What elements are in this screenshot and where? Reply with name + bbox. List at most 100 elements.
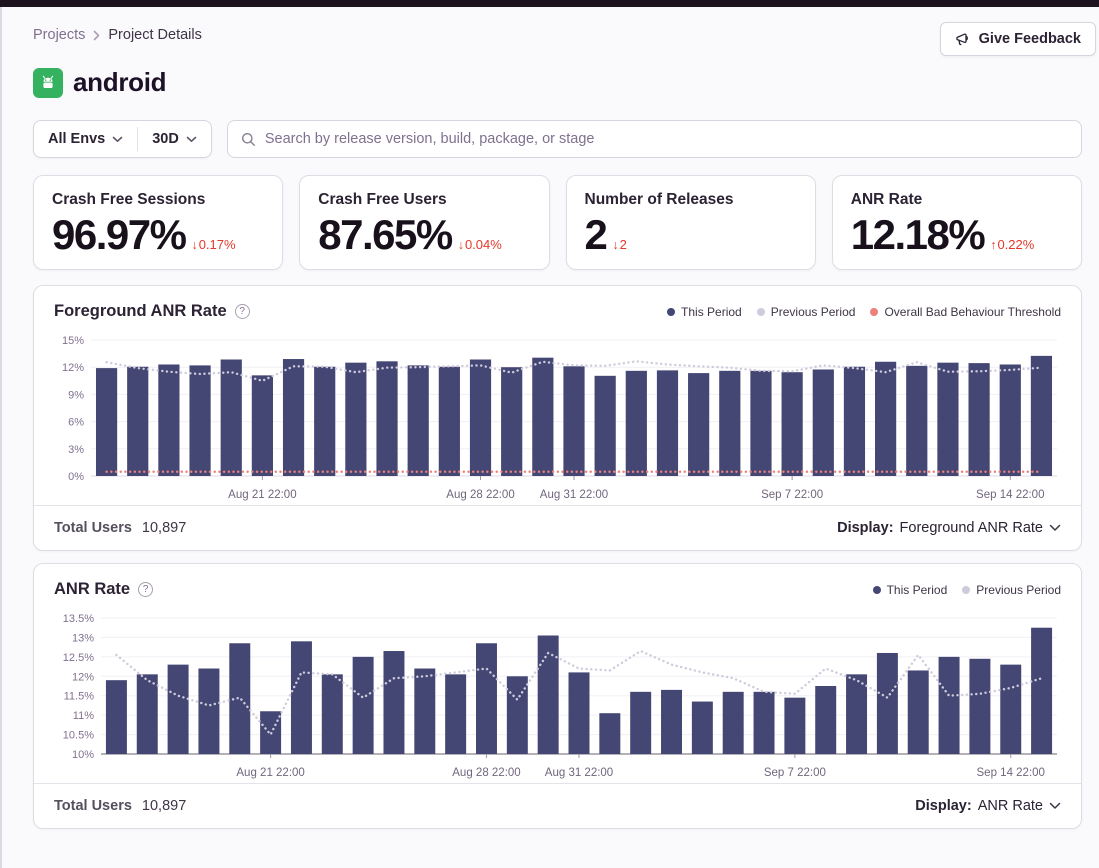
chart-title: Foreground ANR Rate [54,302,227,321]
svg-text:Aug 21 22:00: Aug 21 22:00 [236,767,304,779]
stat-value: 87.65% [318,211,451,259]
svg-text:Aug 28 22:00: Aug 28 22:00 [446,489,514,501]
display-value: ANR Rate [978,798,1043,814]
display-selector[interactable]: Display: ANR Rate [915,798,1061,814]
chart-legend: This Period Previous Period Overall Bad Be… [667,305,1061,319]
svg-text:0%: 0% [68,471,84,483]
svg-text:3%: 3% [68,444,84,456]
environment-selector-label: All Envs [48,131,105,147]
legend-label: Overall Bad Behaviour Threshold [884,305,1061,319]
svg-text:9%: 9% [68,389,84,401]
svg-text:15%: 15% [62,335,84,347]
arrow-down-icon: ↓ [612,238,618,252]
svg-text:6%: 6% [68,417,84,429]
foreground-anr-rate-panel: Foreground ANR Rate ? This Period Previou… [33,285,1082,551]
anr-chart-canvas[interactable]: 10%10.5%11%11.5%12%12.5%13%13.5%Aug 21 2… [54,605,1063,783]
summary-stats: Crash Free Sessions 96.97% ↓0.17% Crash … [33,175,1082,270]
page-filter-bar: All Envs 30D [33,120,212,158]
chart-title: ANR Rate [54,580,130,599]
stat-title: Crash Free Users [318,191,530,209]
project-details-page: Projects Project Details Give Feedback [0,0,1099,829]
svg-text:13%: 13% [72,632,94,644]
svg-text:10%: 10% [72,749,94,761]
date-range-selector[interactable]: 30D [138,121,211,157]
stat-value: 2 [585,211,607,259]
stat-delta: ↓0.04% [458,237,502,252]
stat-value: 12.18% [851,211,984,259]
svg-text:Aug 31 22:00: Aug 31 22:00 [540,489,608,501]
legend-label: This Period [681,305,742,319]
chevron-down-icon [112,136,123,143]
stat-card-crash-free-users: Crash Free Users 87.65% ↓0.04% [299,175,549,270]
megaphone-icon [955,32,971,47]
search-icon [241,132,256,147]
total-users-value: 10,897 [142,520,186,536]
legend-label: This Period [887,583,948,597]
legend-dot [870,308,878,316]
total-users: Total Users 10,897 [54,798,186,814]
project-name: android [73,67,166,98]
total-users: Total Users 10,897 [54,520,186,536]
svg-text:12.5%: 12.5% [63,652,94,664]
display-value: Foreground ANR Rate [900,520,1043,536]
stat-card-crash-free-sessions: Crash Free Sessions 96.97% ↓0.17% [33,175,283,270]
stat-title: ANR Rate [851,191,1063,209]
legend-item[interactable]: Overall Bad Behaviour Threshold [870,305,1061,319]
stat-delta: ↓2 [612,237,626,252]
arrow-down-icon: ↓ [191,238,197,252]
chevron-right-icon [93,30,100,41]
chevron-down-icon [1049,524,1061,532]
total-users-label: Total Users [54,520,132,536]
svg-text:Aug 31 22:00: Aug 31 22:00 [545,767,613,779]
total-users-value: 10,897 [142,798,186,814]
legend-label: Previous Period [976,583,1061,597]
stat-delta: ↑0.22% [990,237,1034,252]
svg-text:11%: 11% [73,710,94,722]
search-bar[interactable] [227,120,1082,158]
give-feedback-label: Give Feedback [979,31,1081,47]
search-input[interactable] [265,131,1068,147]
chevron-down-icon [186,136,197,143]
svg-text:12%: 12% [62,362,84,374]
legend-item[interactable]: This Period [667,305,742,319]
give-feedback-button[interactable]: Give Feedback [940,22,1096,56]
svg-text:Sep 14 22:00: Sep 14 22:00 [977,767,1045,779]
legend-dot [757,308,765,316]
date-range-selector-label: 30D [152,131,179,147]
svg-text:10.5%: 10.5% [63,730,94,742]
arrow-up-icon: ↑ [990,238,996,252]
anr-rate-panel: ANR Rate ? This Period Previous Period 10… [33,563,1082,829]
legend-dot [667,308,675,316]
stat-card-number-of-releases: Number of Releases 2 ↓2 [566,175,816,270]
legend-item[interactable]: This Period [873,583,948,597]
total-users-label: Total Users [54,798,132,814]
breadcrumb-current: Project Details [108,27,201,43]
stat-title: Number of Releases [585,191,797,209]
svg-text:11.5%: 11.5% [64,691,95,703]
legend-item[interactable]: Previous Period [962,583,1061,597]
display-label: Display: [837,520,893,536]
svg-text:Sep 14 22:00: Sep 14 22:00 [976,489,1044,501]
foreground-anr-chart-canvas[interactable]: 0% 3% 6% 9% 12% 15% Aug 21 22:00 Aug 28 22:00 Au… [54,327,1063,505]
svg-text:Sep 7 22:00: Sep 7 22:00 [761,489,823,501]
help-icon[interactable]: ? [138,582,153,597]
legend-label: Previous Period [771,305,856,319]
help-icon[interactable]: ? [235,304,250,319]
display-selector[interactable]: Display: Foreground ANR Rate [837,520,1061,536]
stat-card-anr-rate: ANR Rate 12.18% ↑0.22% [832,175,1082,270]
android-platform-icon [33,68,63,98]
display-label: Display: [915,798,971,814]
stat-value: 96.97% [52,211,185,259]
svg-text:12%: 12% [72,671,94,683]
legend-dot [873,586,881,594]
breadcrumb-projects-link[interactable]: Projects [33,27,85,43]
breadcrumb: Projects Project Details [33,27,202,43]
svg-text:Sep 7 22:00: Sep 7 22:00 [764,767,826,779]
chevron-down-icon [1049,802,1061,810]
environment-selector[interactable]: All Envs [34,121,137,157]
stat-title: Crash Free Sessions [52,191,264,209]
stat-delta: ↓0.17% [191,237,235,252]
legend-item[interactable]: Previous Period [757,305,856,319]
svg-text:Aug 21 22:00: Aug 21 22:00 [228,489,296,501]
svg-text:Aug 28 22:00: Aug 28 22:00 [452,767,520,779]
